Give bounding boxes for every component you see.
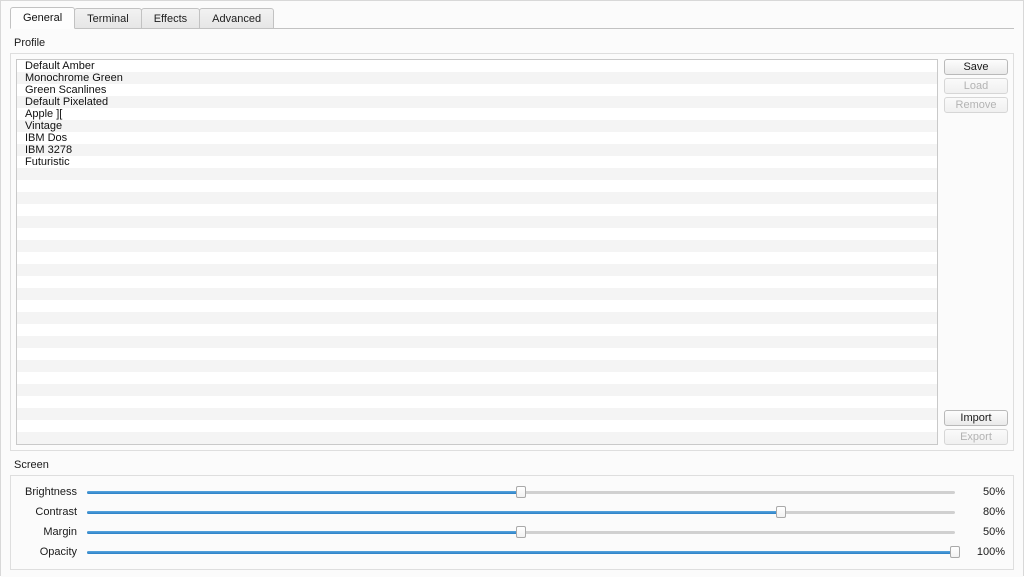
general-tab-panel: Profile Default Amber Monochrome Green G… (1, 29, 1023, 577)
list-item-empty (17, 300, 937, 312)
brightness-row: Brightness 50% (19, 482, 1005, 502)
list-item-empty (17, 420, 937, 432)
opacity-label: Opacity (39, 546, 77, 558)
profile-group-title: Profile (14, 37, 46, 49)
list-item-empty (17, 216, 937, 228)
tab-effects[interactable]: Effects (140, 8, 201, 29)
list-item-empty (17, 228, 937, 240)
contrast-row: Contrast 80% (19, 502, 1005, 522)
margin-row: Margin 50% (19, 522, 1005, 542)
slider-handle[interactable] (516, 526, 526, 538)
contrast-value: 80% (982, 506, 1005, 518)
load-button[interactable]: Load (944, 78, 1008, 94)
list-item-empty (17, 372, 937, 384)
list-item[interactable]: Monochrome Green (17, 72, 937, 84)
tab-general[interactable]: General (10, 7, 76, 29)
screen-group: Screen Brightness 50% Contrast 80% Margi… (10, 459, 1014, 570)
contrast-label: Contrast (35, 506, 77, 518)
list-item-empty (17, 288, 937, 300)
list-item-empty (17, 360, 937, 372)
list-item[interactable]: Futuristic (17, 156, 937, 168)
list-item[interactable]: Green Scanlines (17, 84, 937, 96)
profile-group-body: Default Amber Monochrome Green Green Sca… (10, 53, 1014, 451)
list-item-empty (17, 324, 937, 336)
tab-bar: General Terminal Effects Advanced (1, 1, 1023, 29)
button-column-spacer (944, 116, 1008, 410)
list-item[interactable]: IBM 3278 (17, 144, 937, 156)
save-button[interactable]: Save (944, 59, 1008, 75)
list-item-empty (17, 252, 937, 264)
slider-fill (87, 531, 521, 534)
slider-fill (87, 511, 782, 514)
list-item-empty (17, 432, 937, 444)
brightness-slider[interactable] (87, 484, 955, 500)
list-item-empty (17, 348, 937, 360)
list-item-empty (17, 312, 937, 324)
list-item-empty (17, 264, 937, 276)
margin-value: 50% (982, 526, 1005, 538)
list-item-empty (17, 336, 937, 348)
profile-button-column: Save Load Remove Import Export (944, 59, 1008, 445)
list-item-empty (17, 384, 937, 396)
tab-advanced[interactable]: Advanced (199, 8, 275, 29)
list-item-empty (17, 408, 937, 420)
list-item[interactable]: Default Amber (17, 60, 937, 72)
list-item-empty (17, 240, 937, 252)
preferences-window: General Terminal Effects Advanced Profil… (0, 0, 1024, 577)
profile-list[interactable]: Default Amber Monochrome Green Green Sca… (16, 59, 938, 445)
opacity-value: 100% (976, 546, 1005, 558)
contrast-slider[interactable] (87, 504, 955, 520)
screen-group-body: Brightness 50% Contrast 80% Margin 50% O… (10, 475, 1014, 570)
export-button[interactable]: Export (944, 429, 1008, 445)
list-item-empty (17, 192, 937, 204)
list-item-empty (17, 180, 937, 192)
opacity-slider[interactable] (87, 544, 960, 560)
screen-group-title: Screen (14, 459, 49, 471)
list-item[interactable]: IBM Dos (17, 132, 937, 144)
slider-handle[interactable] (776, 506, 787, 518)
import-button[interactable]: Import (944, 410, 1008, 426)
slider-fill (87, 551, 955, 554)
slider-handle[interactable] (950, 546, 960, 558)
list-item-empty (17, 204, 937, 216)
tab-terminal[interactable]: Terminal (74, 8, 142, 29)
list-item-empty (17, 396, 937, 408)
slider-fill (87, 491, 521, 494)
list-item[interactable]: Vintage (17, 120, 937, 132)
brightness-label: Brightness (25, 486, 77, 498)
slider-handle[interactable] (516, 486, 526, 498)
list-item-empty (17, 168, 937, 180)
margin-slider[interactable] (87, 524, 955, 540)
list-item[interactable]: Apple ][ (17, 108, 937, 120)
list-item-empty (17, 276, 937, 288)
opacity-row: Opacity 100% (19, 542, 1005, 562)
profile-group: Profile Default Amber Monochrome Green G… (10, 37, 1014, 451)
brightness-value: 50% (982, 486, 1005, 498)
remove-button[interactable]: Remove (944, 97, 1008, 113)
list-item[interactable]: Default Pixelated (17, 96, 937, 108)
margin-label: Margin (43, 526, 77, 538)
